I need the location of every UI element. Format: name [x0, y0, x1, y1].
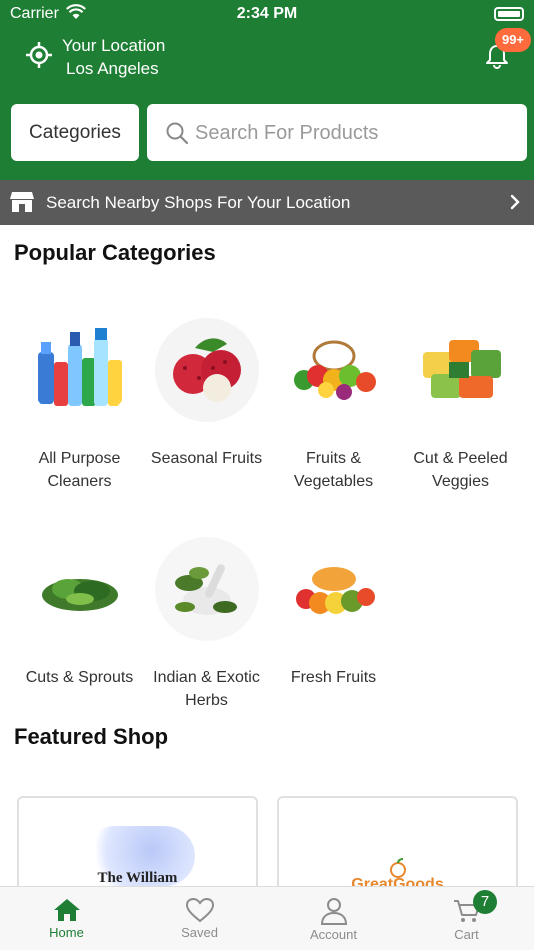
category-name: All Purpose Cleaners — [38, 450, 121, 490]
category-item[interactable]: All Purpose Cleaners — [16, 318, 143, 493]
cut-veggies-image — [422, 340, 501, 398]
category-item[interactable]: Cut & Peeled Veggies — [397, 318, 524, 493]
category-item[interactable]: Cuts & Sprouts — [16, 537, 143, 689]
orange-logo-icon — [390, 858, 406, 878]
tab-saved-label: Saved — [181, 925, 218, 940]
category-name: Fresh Fruits — [290, 669, 377, 686]
popular-categories-title: Popular Categories — [14, 240, 216, 265]
search-input[interactable] — [195, 116, 515, 150]
fresh-fruits-image — [295, 567, 375, 614]
heart-icon — [185, 897, 214, 923]
home-icon — [53, 899, 80, 921]
category-name: Indian & Exotic Herbs — [153, 669, 260, 709]
lychee-image — [154, 318, 259, 422]
category-item[interactable]: Seasonal Fruits — [143, 318, 270, 470]
category-item[interactable]: Fruits & Vegetables — [270, 318, 397, 493]
sprouts-image — [41, 579, 118, 611]
tab-home[interactable]: Home — [0, 887, 133, 950]
location-target-icon[interactable] — [26, 42, 52, 68]
category-name: Cuts & Sprouts — [25, 669, 134, 686]
chevron-right-icon — [510, 194, 520, 210]
location-selector[interactable]: Your Location Los Angeles — [62, 34, 165, 80]
category-item[interactable]: Fresh Fruits — [270, 537, 397, 689]
tab-account[interactable]: Account — [267, 887, 400, 950]
category-name: Cut & Peeled Veggies — [413, 450, 508, 490]
shop-logo-text: The William — [97, 870, 178, 886]
location-label: Your Location — [62, 36, 166, 55]
search-bar[interactable] — [147, 104, 527, 161]
notification-badge: 99+ — [495, 28, 531, 52]
tab-cart-label: Cart — [454, 927, 479, 942]
tab-saved[interactable]: Saved — [133, 887, 266, 950]
user-icon — [320, 898, 347, 925]
store-icon — [10, 192, 34, 212]
search-icon — [166, 122, 189, 145]
bottom-tab-bar: Home Saved Account Cart — [0, 886, 534, 950]
tab-cart[interactable]: Cart — [400, 887, 533, 950]
cleaners-image — [37, 328, 122, 406]
fruits-vegetables-image — [293, 340, 376, 400]
nearby-shops-label: Search Nearby Shops For Your Location — [46, 193, 351, 212]
location-city: Los Angeles — [66, 59, 159, 78]
nearby-shops-banner[interactable]: Search Nearby Shops For Your Location — [0, 180, 534, 225]
tab-home-label: Home — [49, 925, 84, 940]
cart-count-badge: 7 — [473, 890, 497, 914]
herbs-image — [154, 537, 259, 641]
clock: 2:34 PM — [236, 5, 298, 22]
categories-button[interactable]: Categories — [11, 104, 139, 161]
app-header: Carrier 2:34 PM Your Location Los Angele… — [0, 0, 534, 180]
status-bar: Carrier 2:34 PM — [0, 4, 534, 26]
tab-account-label: Account — [310, 927, 357, 942]
featured-shop-title: Featured Shop — [14, 724, 169, 749]
category-item[interactable]: Indian & Exotic Herbs — [143, 537, 270, 712]
battery-icon — [494, 7, 524, 21]
category-name: Fruits & Vegetables — [293, 450, 374, 490]
category-name: Seasonal Fruits — [150, 450, 263, 467]
